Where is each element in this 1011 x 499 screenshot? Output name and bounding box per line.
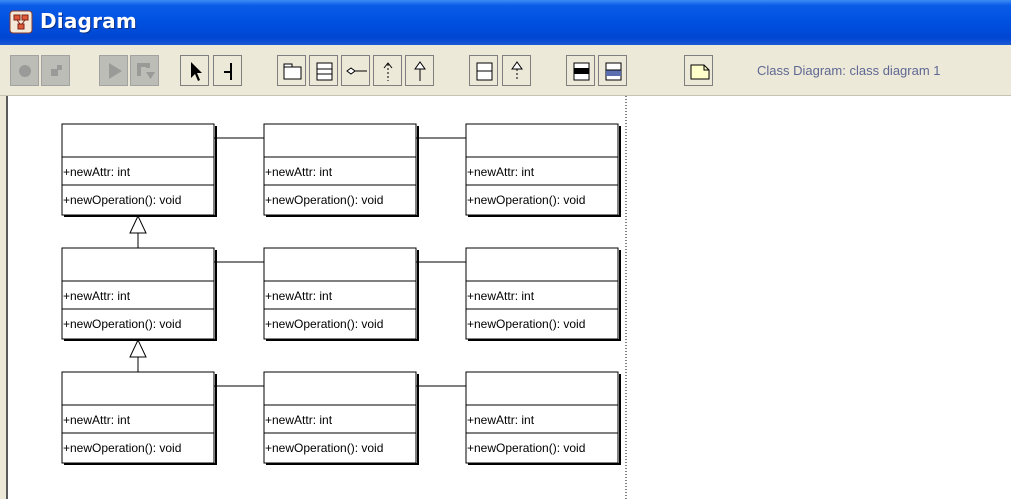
dependency-icon	[383, 62, 393, 81]
association-tool-button[interactable]	[341, 55, 370, 86]
package-icon	[283, 63, 302, 80]
add-operation-button[interactable]	[598, 55, 627, 86]
diagram-canvas[interactable]	[8, 96, 1011, 499]
add-attribute-button[interactable]	[566, 55, 595, 86]
edit-button[interactable]	[130, 55, 159, 86]
note-tool-button[interactable]	[684, 55, 713, 86]
play-button[interactable]	[99, 55, 128, 86]
app-logo-icon	[9, 10, 33, 34]
edit-icon	[137, 63, 155, 79]
window-title: Diagram	[40, 9, 137, 33]
package-tool-button[interactable]	[277, 55, 306, 86]
class-tool-button[interactable]	[309, 55, 338, 86]
title-bar[interactable]: Diagram	[0, 0, 1011, 45]
broom-tool-button[interactable]	[213, 55, 242, 86]
interface-tool-button[interactable]	[469, 55, 498, 86]
record-button[interactable]	[10, 55, 39, 86]
record-icon	[19, 65, 31, 77]
add-operation-icon	[605, 62, 622, 81]
arrow-pointer-icon	[191, 62, 202, 81]
generalization-icon	[414, 61, 426, 81]
generalization-tool-button[interactable]	[405, 55, 434, 86]
add-attribute-icon	[573, 62, 590, 81]
select-tool-button[interactable]	[180, 55, 209, 86]
class-icon	[316, 62, 333, 81]
interface-icon	[476, 62, 493, 81]
realization-icon	[511, 61, 523, 81]
association-icon	[346, 67, 367, 75]
diagram-window: Diagram Class Diagram: class diagram 1 +…	[0, 0, 1011, 499]
dependency-tool-button[interactable]	[373, 55, 402, 86]
grid-icon	[51, 65, 62, 76]
note-icon	[690, 64, 710, 80]
grid-button[interactable]	[41, 55, 70, 86]
play-icon	[109, 63, 122, 79]
realization-tool-button[interactable]	[502, 55, 531, 86]
broom-icon	[224, 63, 232, 80]
diagram-status-label: Class Diagram: class diagram 1	[757, 63, 941, 78]
